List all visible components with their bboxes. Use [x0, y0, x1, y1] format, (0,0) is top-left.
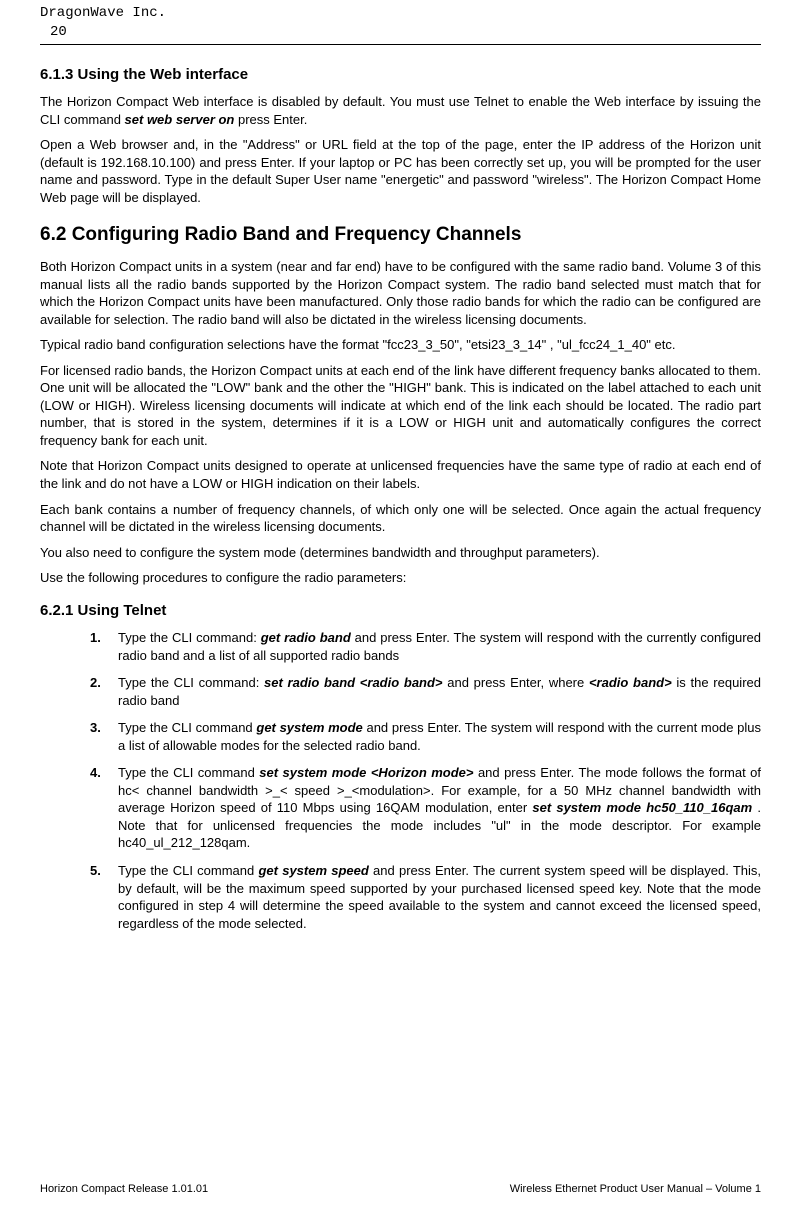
text: and press Enter, where — [443, 675, 589, 690]
cli-command: get radio band — [261, 630, 351, 645]
step-number: 2. — [90, 674, 101, 692]
cli-command: set system mode <Horizon mode> — [259, 765, 473, 780]
paragraph: Typical radio band configuration selecti… — [40, 336, 761, 354]
cli-command: get system speed — [258, 863, 368, 878]
paragraph: For licensed radio bands, the Horizon Co… — [40, 362, 761, 450]
header-page-number: 20 — [40, 23, 761, 45]
paragraph: You also need to configure the system mo… — [40, 544, 761, 562]
paragraph: Both Horizon Compact units in a system (… — [40, 258, 761, 328]
cli-command: set radio band <radio band> — [264, 675, 443, 690]
cli-arg: <radio band> — [589, 675, 672, 690]
footer-left: Horizon Compact Release 1.01.01 — [40, 1182, 208, 1197]
paragraph: Note that Horizon Compact units designed… — [40, 457, 761, 492]
steps-list: 1. Type the CLI command: get radio band … — [90, 629, 761, 932]
text: Type the CLI command — [118, 765, 259, 780]
step-item: 5. Type the CLI command get system speed… — [90, 862, 761, 932]
paragraph: Use the following procedures to configur… — [40, 569, 761, 587]
heading-6-2-1: 6.2.1 Using Telnet — [40, 601, 761, 621]
cli-command: set web server on — [125, 112, 235, 127]
heading-6-2: 6.2 Configuring Radio Band and Frequency… — [40, 222, 761, 248]
header-company: DragonWave Inc. — [40, 0, 761, 23]
step-number: 5. — [90, 862, 101, 880]
text: Type the CLI command — [118, 720, 256, 735]
step-number: 4. — [90, 764, 101, 782]
page-footer: Horizon Compact Release 1.01.01 Wireless… — [40, 1182, 761, 1197]
text: Type the CLI command: — [118, 675, 264, 690]
step-number: 3. — [90, 719, 101, 737]
step-item: 2. Type the CLI command: set radio band … — [90, 674, 761, 709]
footer-right: Wireless Ethernet Product User Manual – … — [510, 1182, 761, 1197]
paragraph: Open a Web browser and, in the "Address"… — [40, 136, 761, 206]
document-page: DragonWave Inc. 20 6.1.3 Using the Web i… — [0, 0, 801, 1211]
cli-command: get system mode — [256, 720, 362, 735]
paragraph: Each bank contains a number of frequency… — [40, 501, 761, 536]
text: Type the CLI command: — [118, 630, 261, 645]
step-item: 3. Type the CLI command get system mode … — [90, 719, 761, 754]
text: press Enter. — [234, 112, 307, 127]
text: Type the CLI command — [118, 863, 258, 878]
step-item: 1. Type the CLI command: get radio band … — [90, 629, 761, 664]
cli-command: set system mode hc50_110_16qam — [532, 800, 752, 815]
paragraph: The Horizon Compact Web interface is dis… — [40, 93, 761, 128]
heading-6-1-3: 6.1.3 Using the Web interface — [40, 65, 761, 85]
step-number: 1. — [90, 629, 101, 647]
step-item: 4. Type the CLI command set system mode … — [90, 764, 761, 852]
